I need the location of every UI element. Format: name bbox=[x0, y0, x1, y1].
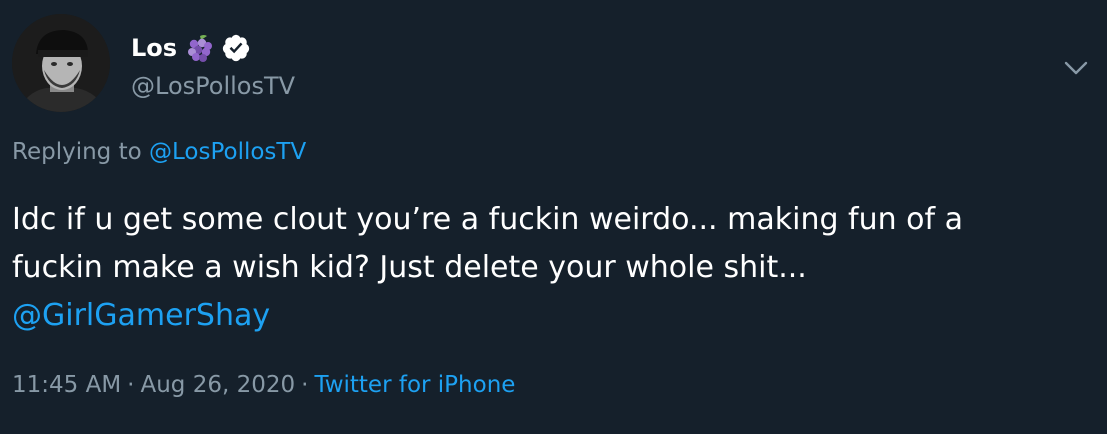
replying-to: Replying to @LosPollosTV bbox=[12, 139, 306, 165]
tweet-date[interactable]: Aug 26, 2020 bbox=[140, 372, 295, 398]
grapes-icon bbox=[183, 32, 215, 64]
avatar[interactable] bbox=[12, 14, 110, 112]
mention-link[interactable]: @GirlGamerShay bbox=[12, 292, 1092, 340]
avatar-image bbox=[12, 14, 110, 112]
tweet-card: Los @LosPollosTV Replying to @LosPollosT… bbox=[0, 0, 1107, 434]
meta-separator: · bbox=[301, 372, 309, 398]
meta-separator: · bbox=[127, 372, 135, 398]
author-handle[interactable]: @LosPollosTV bbox=[131, 72, 295, 100]
tweet-text-line: Idc if u get some clout you’re a fuckin … bbox=[12, 202, 963, 237]
tweet-text-line: fuckin make a wish kid? Just delete your… bbox=[12, 250, 807, 285]
display-name[interactable]: Los bbox=[131, 34, 177, 62]
author-name-row: Los bbox=[131, 28, 251, 68]
tweet-source-link[interactable]: Twitter for iPhone bbox=[314, 372, 515, 398]
tweet-meta: 11:45 AM · Aug 26, 2020 · Twitter for iPhone bbox=[12, 372, 515, 398]
tweet-text: Idc if u get some clout you’re a fuckin … bbox=[12, 196, 1092, 340]
verified-badge-icon bbox=[221, 33, 251, 63]
replying-to-handle-link[interactable]: @LosPollosTV bbox=[149, 139, 306, 165]
tweet-time[interactable]: 11:45 AM bbox=[12, 372, 121, 398]
chevron-down-icon[interactable] bbox=[1060, 52, 1092, 84]
replying-to-label: Replying to bbox=[12, 139, 149, 165]
